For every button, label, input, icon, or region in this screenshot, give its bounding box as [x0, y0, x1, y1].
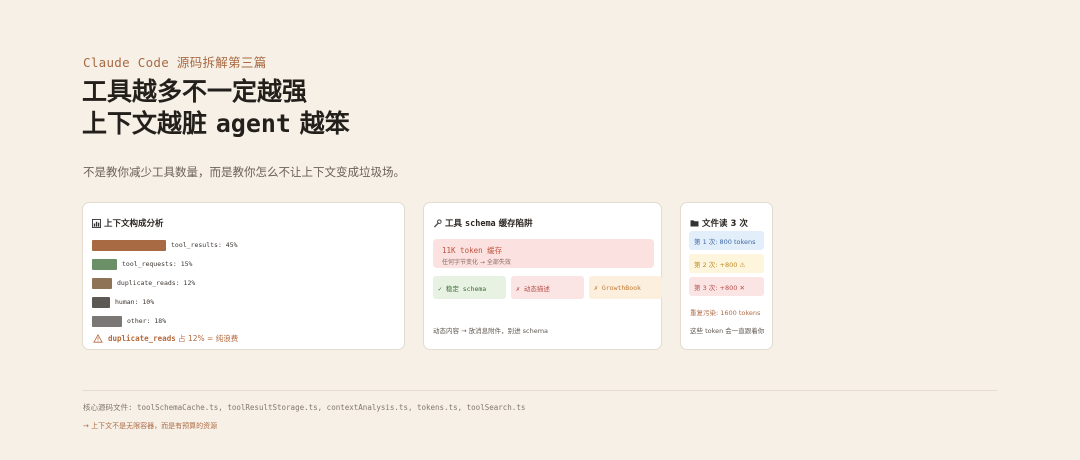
reads-card-footer: 这些 token 会一直跟着你	[690, 327, 765, 335]
chip-stable-schema-text: ✓ 稳定 schema	[438, 284, 487, 293]
schema-title-code: schema	[464, 219, 496, 229]
token-cache-highlight: 11K token 缓存 任何字节变化 → 全部失效	[433, 239, 654, 268]
context-bar-row: tool_requests: 15%	[92, 258, 192, 270]
chip-growthbook: ✗ GrowthBook	[589, 276, 662, 299]
headline-line-2-prefix: 上下文越脏	[82, 109, 216, 138]
read-3-text: 第 3 次: +800 ✕	[694, 283, 745, 292]
context-bar-label: duplicate_reads: 12%	[117, 279, 196, 287]
context-bar-label: other: 18%	[127, 317, 167, 325]
reads-card-title: 文件读 3 次	[690, 217, 748, 229]
kicker: Claude Code 源码拆解第三篇	[83, 55, 267, 70]
headline-line-1: 工具越多不一定越强	[82, 77, 308, 106]
schema-cache-card: 工具 schema 缓存陷阱 11K token 缓存 任何字节变化 → 全部失…	[423, 202, 662, 350]
chip-growthbook-text: ✗ GrowthBook	[594, 283, 641, 292]
context-bar-row: tool_results: 45%	[92, 239, 238, 251]
warning-code: duplicate_reads	[108, 334, 176, 343]
read-3: 第 3 次: +800 ✕	[689, 277, 764, 296]
schema-title-suffix: 缓存陷阱	[495, 219, 533, 229]
context-bar-label: tool_requests: 15%	[122, 260, 193, 268]
chip-dynamic-description: ✗ 动态描述	[511, 276, 584, 299]
footer-note: → 上下文不是无限容器，而是有预算的资源	[83, 422, 218, 430]
reads-card-title-text: 文件读 3 次	[702, 219, 748, 229]
footer-divider	[82, 390, 997, 391]
read-2: 第 2 次: +800 ⚠	[689, 254, 764, 273]
warning-icon	[93, 334, 103, 343]
context-bar	[92, 296, 110, 308]
context-bar-label: tool_results: 45%	[171, 241, 238, 249]
context-bar	[92, 277, 112, 289]
read-1-text: 第 1 次: 800 tokens	[694, 237, 756, 246]
context-bar	[92, 315, 122, 327]
folder-icon	[690, 220, 699, 227]
context-bar-row: duplicate_reads: 12%	[92, 277, 195, 289]
duplicate-warning: duplicate_reads 占 12% = 纯浪费	[93, 333, 238, 344]
context-bar	[92, 258, 117, 270]
schema-card-title: 工具 schema 缓存陷阱	[433, 217, 533, 229]
read-1: 第 1 次: 800 tokens	[689, 231, 764, 250]
cache-invalidation-line: 任何字节变化 → 全部失效	[442, 259, 511, 266]
schema-card-footer: 动态内容 → 放消息附件，别进 schema	[433, 327, 549, 335]
context-bar-row: human: 10%	[92, 296, 154, 308]
warning-text: 占 12% = 纯浪费	[175, 334, 239, 343]
headline-line-2: 上下文越脏 agent 越笨	[82, 108, 350, 140]
read-2-text: 第 2 次: +800 ⚠	[694, 260, 746, 269]
pollution-total: 重复污染: 1600 tokens	[690, 309, 761, 317]
token-cache-line: 11K token 缓存	[442, 246, 503, 255]
context-bar-label: human: 10%	[115, 298, 155, 306]
page-title: 工具越多不一定越强 上下文越脏 agent 越笨	[82, 76, 350, 140]
chip-stable-schema: ✓ 稳定 schema	[433, 276, 506, 299]
headline-line-2-code: agent	[215, 109, 291, 138]
context-card-title-text: 上下文构成分析	[104, 219, 164, 229]
chip-dynamic-description-text: ✗ 动态描述	[516, 284, 550, 293]
context-composition-card: 上下文构成分析 duplicate_reads 占 12% = 纯浪费 tool…	[82, 202, 405, 350]
headline-line-2-suffix: 越笨	[290, 109, 350, 138]
bar-chart-icon	[92, 218, 101, 228]
context-bar	[92, 239, 166, 251]
wrench-icon	[434, 218, 442, 227]
schema-title-prefix: 工具	[445, 219, 465, 229]
context-card-title: 上下文构成分析	[92, 217, 164, 229]
file-reads-card: 文件读 3 次 第 1 次: 800 tokens 第 2 次: +800 ⚠ …	[680, 202, 773, 350]
source-files-line: 核心源码文件: toolSchemaCache.ts, toolResultSt…	[83, 403, 526, 412]
subtitle: 不是教你减少工具数量，而是教你怎么不让上下文变成垃圾场。	[83, 165, 405, 179]
context-bar-row: other: 18%	[92, 315, 166, 327]
